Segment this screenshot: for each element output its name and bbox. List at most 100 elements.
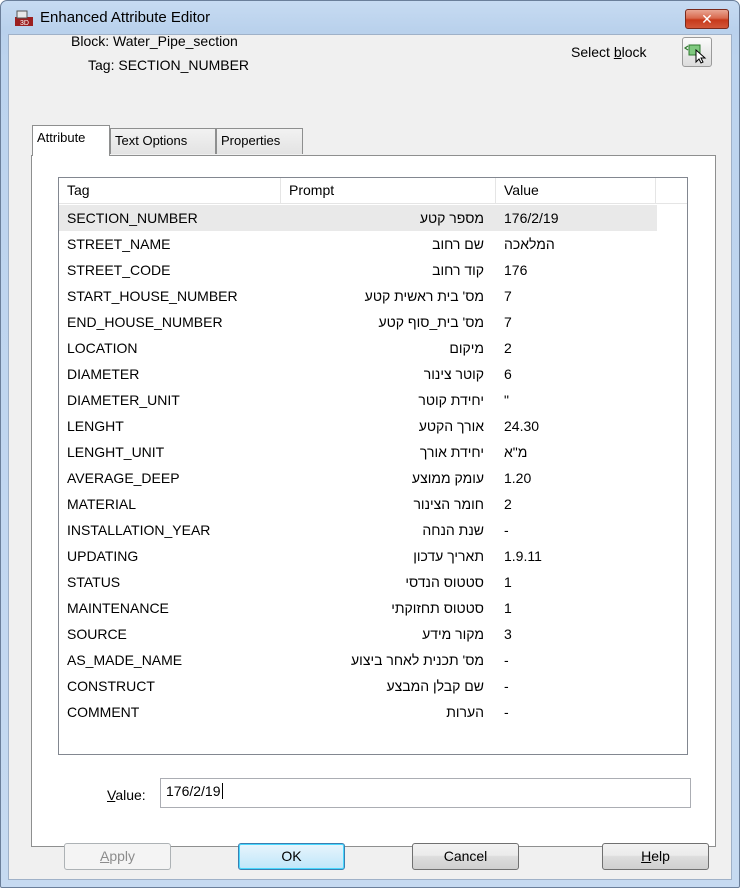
attribute-row[interactable]: MATERIAL חומר הצינור 2 — [59, 491, 687, 517]
row-prompt: מס' בית ראשית קטע — [364, 288, 484, 304]
attribute-row[interactable]: AS_MADE_NAME מס' תכנית לאחר ביצוע - — [59, 647, 687, 673]
row-prompt: קוטר צינור — [423, 366, 484, 382]
row-prompt: מס' בית_סוף קטע — [378, 314, 484, 330]
select-block-label-post: lock — [621, 44, 647, 60]
select-block-icon — [683, 44, 707, 64]
row-tag: STREET_CODE — [67, 262, 171, 278]
row-tag: LENGHT — [67, 418, 124, 434]
tab-attribute-label: Attribute — [37, 130, 86, 145]
row-value: 1 — [504, 600, 512, 616]
title-bar[interactable]: 3D Enhanced Attribute Editor ✕ — [1, 1, 739, 33]
row-value: - — [504, 522, 509, 538]
row-tag: STATUS — [67, 574, 121, 590]
value-input-text: 176/2/19 — [166, 783, 221, 799]
row-prompt: סטטוס הנדסי — [405, 574, 484, 590]
close-button[interactable]: ✕ — [685, 9, 729, 29]
row-value: 1.20 — [504, 470, 532, 486]
attribute-row[interactable]: AVERAGE_DEEP עומק ממוצע 1.20 — [59, 465, 687, 491]
cancel-button[interactable]: Cancel — [412, 843, 519, 870]
attribute-row[interactable]: DIAMETER_UNIT יחידת קוטר " — [59, 387, 687, 413]
attribute-row[interactable]: STATUS סטטוס הנדסי 1 — [59, 569, 687, 595]
tab-properties-label: Properties — [221, 133, 281, 148]
attribute-row[interactable]: LOCATION מיקום 2 — [59, 335, 687, 361]
row-prompt: תאריך עדכון — [413, 548, 484, 564]
value-input[interactable]: 176/2/19 — [160, 778, 691, 808]
row-prompt: מיקום — [449, 340, 484, 356]
attribute-list-header: Tag Prompt Value — [59, 178, 687, 204]
row-tag: DIAMETER — [67, 366, 140, 382]
row-prompt: שנת הנחה — [422, 522, 484, 538]
attribute-row[interactable]: INSTALLATION_YEAR שנת הנחה - — [59, 517, 687, 543]
apply-accel: A — [99, 848, 110, 864]
row-value: - — [504, 652, 509, 668]
select-block-label: Select block — [571, 44, 647, 60]
attribute-row[interactable]: SECTION_NUMBER מספר קטע 176/2/19 — [59, 205, 657, 231]
tag-name-label: Tag: SECTION_NUMBER — [88, 57, 250, 73]
attribute-row[interactable]: START_HOUSE_NUMBER מס' בית ראשית קטע 7 — [59, 283, 687, 309]
row-value: 176/2/19 — [504, 210, 559, 226]
row-tag: START_HOUSE_NUMBER — [67, 288, 238, 304]
row-value: 6 — [504, 366, 512, 382]
attribute-row[interactable]: COMMENT הערות - — [59, 699, 687, 725]
window-title: Enhanced Attribute Editor — [40, 9, 211, 26]
help-accel: H — [641, 848, 652, 864]
row-value: " — [504, 392, 509, 408]
row-prompt: סטטוס תחזוקתי — [391, 600, 484, 616]
help-button[interactable]: Help — [602, 843, 709, 870]
apply-button[interactable]: Apply — [64, 843, 171, 870]
attribute-row[interactable]: MAINTENANCE סטטוס תחזוקתי 1 — [59, 595, 687, 621]
row-value: 24.30 — [504, 418, 540, 434]
row-value: - — [504, 678, 509, 694]
column-header-tag[interactable]: Tag — [59, 178, 281, 203]
row-tag: DIAMETER_UNIT — [67, 392, 180, 408]
attribute-row[interactable]: CONSTRUCT שם קבלן המבצע - — [59, 673, 687, 699]
attribute-row[interactable]: SOURCE מקור מידע 3 — [59, 621, 687, 647]
select-block-label-accel: b — [613, 44, 622, 60]
row-tag: SECTION_NUMBER — [67, 210, 198, 226]
row-tag: UPDATING — [67, 548, 139, 564]
row-prompt: מקור מידע — [422, 626, 484, 642]
tab-text-options-label: Text Options — [115, 133, 188, 148]
tab-properties[interactable]: Properties — [216, 128, 303, 154]
row-value: 7 — [504, 288, 512, 304]
row-prompt: קוד רחוב — [432, 262, 484, 278]
row-value: 2 — [504, 496, 512, 512]
attribute-row[interactable]: LENGHT_UNIT יחידת אורך מ"א — [59, 439, 687, 465]
ok-button[interactable]: OK — [238, 843, 345, 870]
app-icon: 3D — [15, 10, 33, 26]
row-value: המלאכה — [504, 236, 555, 252]
select-block-label-pre: Select — [571, 44, 614, 60]
row-value: 2 — [504, 340, 512, 356]
attribute-row[interactable]: DIAMETER קוטר צינור 6 — [59, 361, 687, 387]
column-header-filler — [656, 178, 687, 203]
attribute-row[interactable]: STREET_NAME שם רחוב המלאכה — [59, 231, 687, 257]
row-prompt: חומר הצינור — [413, 496, 484, 512]
row-value: 1 — [504, 574, 512, 590]
row-value: מ"א — [504, 444, 528, 460]
row-prompt: שם רחוב — [432, 236, 484, 252]
select-block-button[interactable] — [682, 37, 712, 67]
column-header-prompt[interactable]: Prompt — [281, 178, 496, 203]
row-tag: STREET_NAME — [67, 236, 171, 252]
row-prompt: יחידת קוטר — [418, 392, 484, 408]
row-tag: MATERIAL — [67, 496, 136, 512]
attribute-row[interactable]: STREET_CODE קוד רחוב 176 — [59, 257, 687, 283]
value-label-rest: alue: — [115, 787, 146, 803]
row-prompt: שם קבלן המבצע — [386, 678, 484, 694]
row-prompt: מס' תכנית לאחר ביצוע — [351, 652, 484, 668]
attribute-row[interactable]: END_HOUSE_NUMBER מס' בית_סוף קטע 7 — [59, 309, 687, 335]
row-value: 7 — [504, 314, 512, 330]
row-value: 3 — [504, 626, 512, 642]
column-header-value[interactable]: Value — [496, 178, 656, 203]
row-tag: COMMENT — [67, 704, 140, 720]
tab-text-options[interactable]: Text Options — [110, 128, 216, 154]
row-tag: AS_MADE_NAME — [67, 652, 183, 668]
row-tag: AVERAGE_DEEP — [67, 470, 180, 486]
row-prompt: יחידת אורך — [419, 444, 484, 460]
attribute-row[interactable]: LENGHT אורך הקטע 24.30 — [59, 413, 687, 439]
attribute-list[interactable]: Tag Prompt Value SECTION_NUMBER מספר קטע… — [58, 177, 688, 755]
attribute-row[interactable]: UPDATING תאריך עדכון 1.9.11 — [59, 543, 687, 569]
row-tag: INSTALLATION_YEAR — [67, 522, 211, 538]
tab-attribute[interactable]: Attribute — [32, 125, 110, 156]
row-tag: LENGHT_UNIT — [67, 444, 165, 460]
